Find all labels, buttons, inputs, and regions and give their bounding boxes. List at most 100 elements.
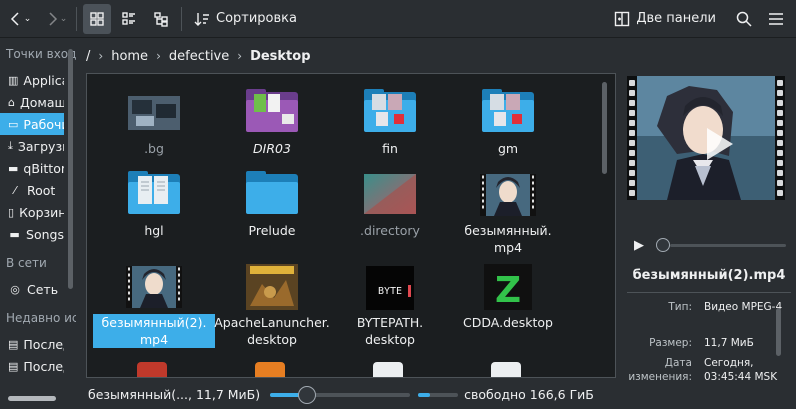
file-thumbnail — [476, 84, 540, 144]
sidebar-item[interactable]: ▯ Корзина — [0, 201, 64, 223]
meta-size-value: 11,7 МиБ — [704, 337, 754, 349]
sidebar-item-label: Songs — [26, 226, 64, 242]
info-panel-scrollbar[interactable] — [776, 308, 781, 356]
chevron-down-icon: ⌄ — [59, 13, 68, 24]
sidebar-item-label: Root — [27, 182, 56, 198]
video-frame-image — [637, 76, 775, 200]
search-icon — [736, 11, 752, 27]
sidebar-item-label: Загрузки — [17, 138, 64, 154]
recent-heading: Недавно использованные — [6, 311, 76, 325]
sidebar-item[interactable]: ▬ Songs — [0, 223, 64, 245]
network-heading: В сети — [6, 256, 47, 270]
selection-status: безымянный(..., 11,7 МиБ) — [88, 387, 261, 402]
crumb-root[interactable]: / — [80, 49, 96, 64]
meta-size-label: Размер: — [649, 337, 692, 349]
tree-view-button[interactable] — [147, 4, 175, 34]
sidebar-item[interactable]: ◎ Сеть — [0, 278, 64, 300]
seek-handle[interactable] — [656, 238, 670, 252]
file-view[interactable]: .bg DIR03 fin gm hgl Prelude .directory безымян… — [86, 73, 616, 378]
folder-icon: ▬ — [9, 227, 20, 241]
sidebar-item-label: Последние файлы — [23, 336, 64, 352]
file-name: безымянный. mp4 — [464, 223, 552, 255]
sort-button[interactable]: Сортировка — [188, 4, 303, 34]
file-thumbnail — [358, 166, 422, 226]
meta-date-value: Сегодня, 03:45:44 MSK — [704, 357, 778, 383]
file-thumbnail[interactable] — [137, 362, 167, 377]
meta-date-label: Дата изменения: — [628, 357, 692, 383]
file-name: .directory — [360, 223, 420, 238]
chevron-right-icon: › — [237, 49, 243, 63]
sidebar-item[interactable]: ⁄ Root — [0, 179, 64, 201]
file-thumbnail[interactable] — [373, 362, 403, 377]
media-player: ▶ — [634, 237, 786, 253]
sidebar-item[interactable]: ▬ qBittorrent — [0, 157, 64, 179]
file-thumbnail — [240, 84, 304, 144]
document-icon: ▤ — [8, 337, 19, 351]
menu-button[interactable] — [762, 4, 790, 34]
sidebar-item[interactable]: ▤ Последние места — [0, 355, 64, 377]
split-view-label: Две панели — [636, 11, 716, 26]
sort-icon — [194, 12, 209, 26]
chevron-right-icon: › — [98, 49, 104, 63]
root-icon: ⁄ — [14, 183, 16, 197]
filmstrip-left — [627, 76, 637, 200]
document-icon: ▤ — [8, 359, 19, 373]
disk-capacity-bar — [418, 392, 459, 397]
icons-view-button[interactable] — [83, 3, 111, 34]
places-heading: Точки входа — [6, 47, 76, 61]
sidebar-item-label: Сеть — [27, 281, 59, 297]
list-icon — [122, 11, 135, 25]
sidebar-item[interactable]: ⌂ Домашняя папка — [0, 91, 64, 113]
file-thumbnail — [122, 166, 186, 226]
sidebar-item-label: Рабочий стол — [23, 116, 64, 132]
sidebar-item-label: Applications — [23, 72, 64, 88]
home-icon: ⌂ — [8, 95, 15, 109]
split-view-button[interactable]: Две панели — [608, 4, 722, 34]
file-thumbnail[interactable] — [255, 362, 285, 377]
search-button[interactable] — [730, 4, 758, 34]
tree-icon — [154, 11, 168, 27]
file-name: Prelude — [248, 223, 296, 238]
back-button[interactable]: ⌄ — [6, 4, 34, 34]
split-panel-icon — [615, 11, 630, 26]
file-name: DIR03 — [253, 141, 291, 156]
sidebar-item-label: Последние места — [23, 358, 64, 374]
sidebar-item-label: Корзина — [19, 204, 64, 220]
file-name: ApacheLanuncher.desktop — [214, 315, 330, 347]
seek-bar[interactable] — [670, 243, 786, 247]
file-name: gm — [497, 141, 519, 156]
details-view-button[interactable] — [115, 4, 143, 34]
crumb-desktop[interactable]: Desktop — [244, 49, 316, 64]
file-thumbnail: Z — [476, 258, 540, 318]
sidebar-item[interactable]: ▤ Последние файлы — [0, 333, 64, 355]
network-icon: ◎ — [10, 282, 20, 296]
trash-icon: ▯ — [8, 205, 15, 219]
play-icon[interactable]: ▶ — [634, 238, 650, 253]
sidebar-item-label: Домашняя папка — [19, 94, 64, 110]
file-name: hgl — [144, 223, 164, 238]
breadcrumb: / › home › defective › Desktop — [80, 42, 620, 70]
file-thumbnail[interactable] — [491, 362, 521, 377]
chevron-down-icon: ⌄ — [23, 13, 32, 24]
sidebar-horizontal-scrollbar[interactable] — [8, 396, 56, 401]
sidebar-scrollbar[interactable] — [68, 49, 73, 289]
zoom-slider-handle[interactable] — [297, 385, 316, 404]
disk-capacity-fill — [418, 392, 431, 397]
free-space-status: свободно 166,6 ГиБ — [464, 387, 594, 402]
sidebar-item[interactable]: ⤓ Загрузки — [0, 135, 64, 157]
file-name: CDDA.desktop — [463, 315, 553, 330]
forward-button[interactable]: ⌄ — [42, 4, 70, 34]
zoom-slider[interactable] — [270, 385, 411, 405]
crumb-home[interactable]: home — [105, 49, 154, 64]
svg-text:BYTE: BYTE — [378, 286, 402, 297]
file-name: безымянный(2). mp4 — [93, 314, 215, 348]
toolbar: ⌄ ⌄ Сортировка Две панели — [0, 0, 796, 38]
file-thumbnail — [122, 84, 186, 144]
places-panel: Точки входа ▥ Applications ⌂ Домашняя папка… — [0, 39, 76, 409]
file-view-scrollbar[interactable] — [602, 82, 607, 174]
crumb-defective[interactable]: defective — [163, 49, 235, 64]
chevron-right-icon — [49, 11, 57, 26]
download-icon: ⤓ — [8, 139, 13, 152]
sidebar-item[interactable]: ▭ Рабочий стол — [0, 113, 64, 135]
sidebar-item[interactable]: ▥ Applications — [0, 69, 64, 91]
